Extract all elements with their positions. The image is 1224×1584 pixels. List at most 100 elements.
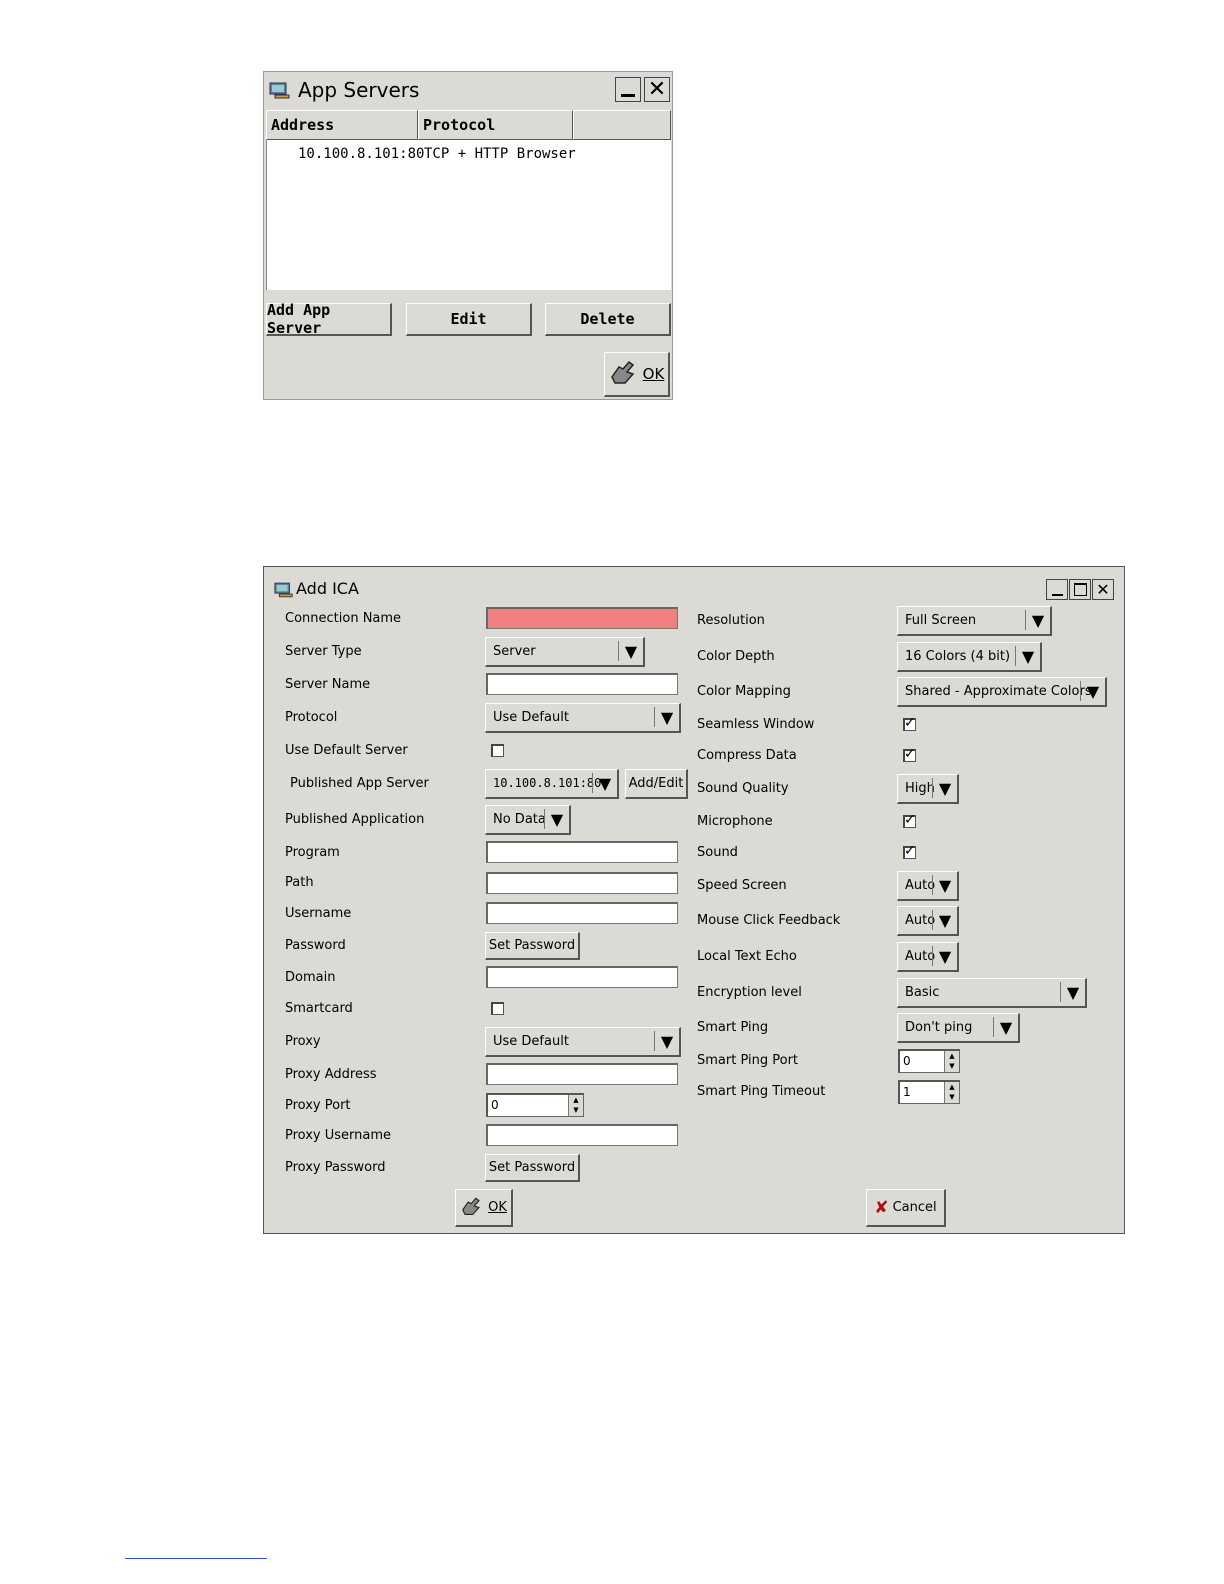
dropdown-arrow-icon: ▼: [932, 875, 957, 895]
sound-quality-select[interactable]: High ▼: [897, 774, 959, 804]
resolution-select[interactable]: Full Screen ▼: [897, 606, 1052, 636]
domain-field[interactable]: [486, 966, 678, 988]
color-depth-select[interactable]: 16 Colors (4 bit) ▼: [897, 642, 1042, 672]
local-text-echo-value: Auto: [905, 949, 936, 964]
minimize-icon: [621, 94, 635, 97]
use-default-server-checkbox[interactable]: [491, 744, 504, 757]
microphone-checkbox[interactable]: ✓: [903, 812, 916, 828]
ok-label: OK: [642, 365, 665, 383]
check-icon: ✓: [904, 812, 916, 828]
dropdown-arrow-icon: ▼: [1025, 610, 1050, 630]
spin-arrows-icon[interactable]: ▲ ▼: [568, 1095, 583, 1116]
column-header-protocol[interactable]: Protocol: [418, 110, 573, 140]
spin-arrows-icon[interactable]: ▲ ▼: [944, 1082, 959, 1103]
dropdown-arrow-icon: ▼: [654, 1031, 679, 1051]
program-field[interactable]: [486, 841, 678, 863]
username-field[interactable]: [486, 902, 678, 924]
connection-name-field[interactable]: [486, 607, 678, 629]
mouse-click-feedback-select[interactable]: Auto ▼: [897, 906, 959, 936]
proxy-value: Use Default: [493, 1034, 569, 1049]
smart-ping-select[interactable]: Don't ping ▼: [897, 1013, 1020, 1043]
smart-ping-timeout-spinner[interactable]: 1 ▲ ▼: [898, 1080, 960, 1104]
smart-ping-value: Don't ping: [905, 1020, 973, 1035]
published-app-server-select[interactable]: 10.100.8.101:80 ▼: [485, 769, 619, 799]
sound-checkbox[interactable]: ✓: [903, 844, 916, 859]
label-local-text-echo: Local Text Echo: [697, 949, 797, 964]
server-type-value: Server: [493, 644, 536, 659]
ok-label: OK: [488, 1200, 507, 1215]
label-path: Path: [285, 875, 314, 890]
protocol-select[interactable]: Use Default ▼: [485, 703, 681, 733]
label-program: Program: [285, 845, 340, 860]
proxy-port-spinner[interactable]: 0 ▲ ▼: [486, 1093, 584, 1117]
dropdown-arrow-icon: ▼: [932, 778, 957, 798]
spin-arrows-icon[interactable]: ▲ ▼: [944, 1051, 959, 1072]
smartcard-checkbox[interactable]: [491, 1002, 504, 1015]
color-mapping-select[interactable]: Shared - Approximate Colors ▼: [897, 677, 1107, 707]
dropdown-arrow-icon: ▼: [1080, 681, 1105, 701]
ok-button[interactable]: OK: [604, 352, 670, 397]
seamless-window-checkbox[interactable]: ✓: [903, 716, 916, 731]
label-smart-ping-timeout: Smart Ping Timeout: [697, 1084, 826, 1099]
label-use-default-server: Use Default Server: [285, 743, 408, 758]
mouse-click-feedback-value: Auto: [905, 913, 936, 928]
speed-screen-value: Auto: [905, 878, 936, 893]
server-name-field[interactable]: [486, 673, 678, 695]
label-smart-ping-port: Smart Ping Port: [697, 1053, 799, 1068]
column-header-extra[interactable]: [573, 110, 671, 140]
label-speed-screen: Speed Screen: [697, 878, 787, 893]
title-bar[interactable]: App Servers ✕: [264, 72, 672, 108]
label-color-depth: Color Depth: [697, 649, 775, 664]
label-published-application: Published Application: [285, 812, 425, 827]
minimize-button[interactable]: [615, 77, 641, 102]
proxy-address-field[interactable]: [486, 1063, 678, 1085]
column-header-address[interactable]: Address: [266, 110, 418, 140]
label-proxy-address: Proxy Address: [285, 1067, 377, 1082]
compress-data-checkbox[interactable]: ✓: [903, 746, 916, 762]
row-address: 10.100.8.101:80: [298, 146, 425, 162]
sound-quality-value: High: [905, 781, 935, 796]
smart-ping-port-spinner[interactable]: 0 ▲ ▼: [898, 1049, 960, 1073]
cancel-button[interactable]: ✘ Cancel: [866, 1189, 946, 1227]
label-server-type: Server Type: [285, 644, 362, 659]
path-field[interactable]: [486, 872, 678, 894]
dropdown-arrow-icon: ▼: [654, 707, 679, 727]
set-proxy-password-button[interactable]: Set Password: [485, 1154, 580, 1182]
dropdown-arrow-icon: ▼: [592, 773, 617, 793]
server-list[interactable]: 10.100.8.101:80 TCP + HTTP Browser: [266, 140, 671, 290]
protocol-value: Use Default: [493, 710, 569, 725]
server-type-select[interactable]: Server ▼: [485, 637, 645, 667]
edit-button[interactable]: Edit: [406, 303, 532, 336]
set-password-button[interactable]: Set Password: [485, 932, 580, 960]
dropdown-arrow-icon: ▼: [544, 809, 569, 829]
label-published-app-server: Published App Server: [290, 776, 429, 791]
proxy-port-value: 0: [491, 1098, 499, 1112]
window-title: App Servers: [298, 78, 420, 102]
add-edit-button[interactable]: Add/Edit: [625, 769, 688, 799]
close-button[interactable]: ✕: [644, 77, 670, 102]
ok-hand-icon: [609, 359, 639, 389]
published-application-select[interactable]: No Data ▼: [485, 805, 571, 835]
label-proxy-username: Proxy Username: [285, 1128, 392, 1143]
proxy-select[interactable]: Use Default ▼: [485, 1027, 681, 1057]
footnote-divider: [125, 1558, 267, 1559]
encryption-level-select[interactable]: Basic ▼: [897, 978, 1087, 1008]
maximize-button[interactable]: [1069, 579, 1091, 600]
delete-button[interactable]: Delete: [545, 303, 671, 336]
app-servers-window: App Servers ✕ Address Protocol 10.100.8.…: [263, 71, 673, 400]
label-compress-data: Compress Data: [697, 748, 797, 763]
close-icon: ✕: [647, 77, 667, 102]
local-text-echo-select[interactable]: Auto ▼: [897, 942, 959, 972]
ok-hand-icon: [460, 1196, 484, 1220]
speed-screen-select[interactable]: Auto ▼: [897, 871, 959, 901]
color-depth-value: 16 Colors (4 bit): [905, 649, 1011, 664]
dropdown-arrow-icon: ▼: [932, 946, 957, 966]
check-icon: ✓: [904, 746, 916, 762]
proxy-username-field[interactable]: [486, 1124, 678, 1146]
add-app-server-button[interactable]: Add App Server: [266, 301, 392, 337]
ok-button[interactable]: OK: [455, 1189, 513, 1227]
close-button[interactable]: ✕: [1092, 579, 1114, 600]
minimize-button[interactable]: [1046, 579, 1068, 600]
dropdown-arrow-icon: ▼: [618, 641, 643, 661]
dropdown-arrow-icon: ▼: [993, 1017, 1018, 1037]
